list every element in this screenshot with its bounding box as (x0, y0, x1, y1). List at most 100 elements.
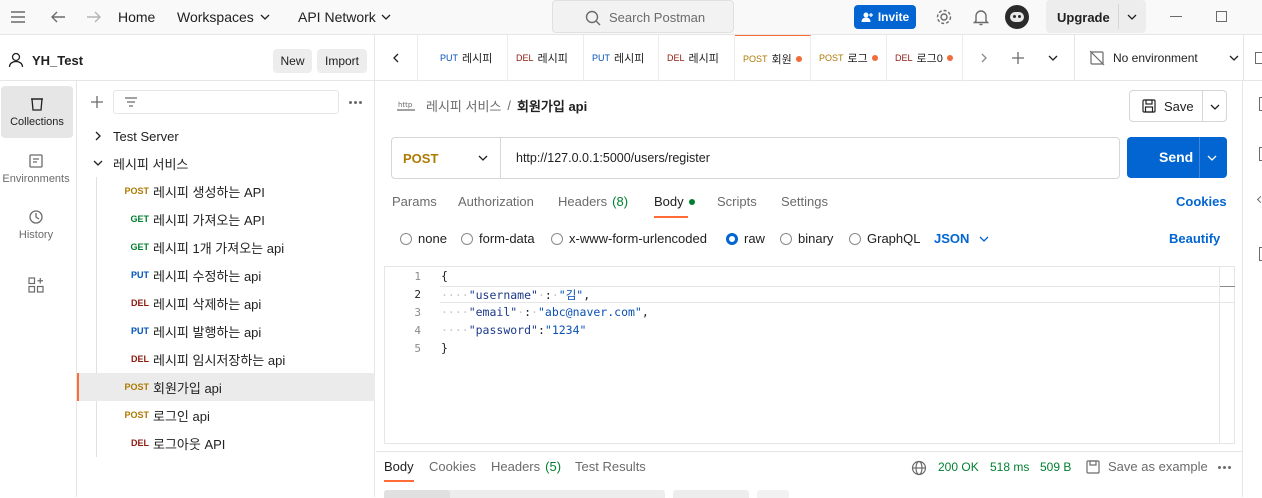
radio-raw[interactable]: raw (726, 231, 765, 246)
request-name: 레시피 가져오는 API (153, 212, 265, 228)
chevron-down-icon[interactable] (1126, 12, 1138, 22)
list-item[interactable]: POST 로그인 api (77, 401, 375, 429)
tab-request[interactable]: DEL 로그0 (887, 35, 963, 81)
workspaces-label: Workspaces (177, 9, 254, 25)
configure-sidebar-icon[interactable] (28, 277, 44, 293)
api-network-menu[interactable]: API Network (298, 9, 392, 25)
radio-binary[interactable]: binary (780, 231, 833, 246)
response-tab-cookies[interactable]: Cookies (429, 459, 476, 474)
http-request-icon: http (397, 101, 415, 111)
tab-request[interactable]: POST 로그 (811, 35, 887, 81)
sidebar-item-history[interactable]: History (0, 199, 72, 251)
collection-tree: Test Server 레시피 서비스 POST 레시피 생성하는 API GET… (77, 81, 375, 497)
list-item[interactable]: PUT 레시피 수정하는 api (77, 261, 375, 289)
tab-request-active[interactable]: POST 회원 (735, 35, 811, 81)
sidebar-item-environments[interactable]: Environments (0, 143, 72, 195)
add-icon[interactable] (90, 95, 104, 109)
search-icon (585, 10, 601, 26)
radio-urlencoded[interactable]: x-www-form-urlencoded (551, 231, 707, 246)
sidebar-item-collections[interactable]: Collections (1, 86, 73, 138)
code-snippet-icon[interactable] (1256, 195, 1262, 204)
response-size[interactable]: 509 B (1040, 460, 1071, 474)
url-input[interactable]: http://127.0.0.1:5000/users/register (516, 151, 710, 165)
list-item[interactable]: POST 레시피 생성하는 API (77, 177, 375, 205)
language-value: JSON (934, 231, 970, 246)
search-box[interactable]: Search Postman (552, 0, 734, 33)
response-tab-body[interactable]: Body (384, 459, 414, 474)
collection-name: 레시피 서비스 (113, 156, 189, 172)
back-arrow-icon[interactable] (50, 10, 66, 24)
response-tab-test-results[interactable]: Test Results (575, 459, 646, 474)
language-select[interactable]: JSON (934, 231, 989, 246)
new-button[interactable]: New (273, 49, 312, 73)
breadcrumb-parent[interactable]: 레시피 서비스 (426, 96, 501, 115)
more-options-icon[interactable] (1218, 466, 1231, 469)
tab-request[interactable]: PUT 레시피 (432, 35, 508, 81)
response-tab-headers[interactable]: Headers (5) (491, 459, 561, 474)
notification-bell-icon[interactable] (973, 8, 989, 26)
settings-gear-icon[interactable] (935, 8, 953, 26)
save-as-example-button[interactable]: Save as example (1086, 459, 1208, 474)
tabs-scroll-left[interactable] (375, 35, 418, 81)
tab-settings[interactable]: Settings (781, 194, 828, 209)
unsaved-dot (795, 55, 802, 62)
save-button[interactable]: Save (1129, 90, 1227, 122)
code-editor[interactable]: 1 2 3 4 5 { ····"username"·:·"김", ····"e… (384, 266, 1235, 444)
list-item[interactable]: DEL 레시피 삭제하는 api (77, 289, 375, 317)
list-item-selected[interactable]: POST 회원가입 api (77, 373, 375, 401)
radio-graphql[interactable]: GraphQL (849, 231, 920, 246)
collection-recipe-service[interactable]: 레시피 서비스 (77, 149, 375, 177)
maximize-window-icon[interactable] (1216, 11, 1227, 22)
response-bar: Body Cookies Headers (5) Test Results 20… (376, 451, 1242, 498)
tab-scripts[interactable]: Scripts (717, 194, 757, 209)
globe-icon[interactable] (911, 460, 927, 476)
invite-button[interactable]: Invite (854, 5, 916, 29)
list-item[interactable]: DEL 레시피 임시저장하는 api (77, 345, 375, 373)
environment-quick-look-icon[interactable] (1255, 52, 1262, 64)
save-icon (1086, 459, 1100, 474)
add-tab-icon[interactable] (1012, 52, 1024, 64)
breadcrumb: http 레시피 서비스 / 회원가입 api (396, 96, 587, 115)
tab-body[interactable]: Body (654, 194, 695, 209)
method-select[interactable]: POST (392, 138, 501, 178)
save-label: Save (1164, 98, 1194, 114)
sidebar-rail: Collections Environments History (0, 81, 77, 497)
tab-label: 레시피 (537, 53, 568, 65)
tab-authorization[interactable]: Authorization (458, 194, 534, 209)
chevron-down-icon[interactable] (1048, 54, 1058, 62)
forward-arrow-icon[interactable] (86, 10, 102, 24)
status-badge[interactable]: 200 OK (938, 460, 979, 474)
list-item[interactable]: PUT 레시피 발행하는 api (77, 317, 375, 345)
add-user-icon (861, 12, 873, 22)
tab-request[interactable]: DEL 레시피 (659, 35, 735, 81)
workspace-header: YH_Test New Import (0, 35, 375, 81)
tab-params[interactable]: Params (392, 194, 437, 209)
list-item[interactable]: GET 레시피 가져오는 API (77, 205, 375, 233)
menu-icon[interactable] (10, 10, 26, 24)
radio-none[interactable]: none (400, 231, 447, 246)
tab-request[interactable]: DEL 레시피 (508, 35, 584, 81)
radio-form-data[interactable]: form-data (461, 231, 535, 246)
response-time[interactable]: 518 ms (990, 460, 1029, 474)
more-options-icon[interactable] (349, 101, 362, 104)
import-button[interactable]: Import (317, 49, 367, 73)
upgrade-button[interactable]: Upgrade (1046, 0, 1146, 33)
tab-headers[interactable]: Headers (8) (558, 194, 628, 209)
tab-request[interactable]: PUT 레시피 (584, 35, 659, 81)
collection-test-server[interactable]: Test Server (77, 122, 375, 150)
workspaces-menu[interactable]: Workspaces (177, 9, 271, 25)
request-title[interactable]: 회원가입 api (517, 96, 587, 115)
home-link[interactable]: Home (118, 9, 155, 25)
chevron-right-icon[interactable] (979, 53, 989, 63)
editor-scrollbar[interactable] (1219, 267, 1235, 443)
send-button[interactable]: Send (1127, 137, 1227, 178)
minimize-window-icon[interactable] (1170, 16, 1182, 18)
tab-label: 회원 (771, 53, 792, 66)
environment-selector[interactable]: No environment (1089, 50, 1239, 66)
cookies-link[interactable]: Cookies (1176, 194, 1227, 209)
list-item[interactable]: GET 레시피 1개 가져오는 api (77, 233, 375, 261)
filter-input[interactable] (113, 90, 339, 114)
beautify-button[interactable]: Beautify (1169, 231, 1220, 246)
list-item[interactable]: DEL 로그아웃 API (77, 429, 375, 457)
avatar[interactable] (1005, 5, 1029, 29)
